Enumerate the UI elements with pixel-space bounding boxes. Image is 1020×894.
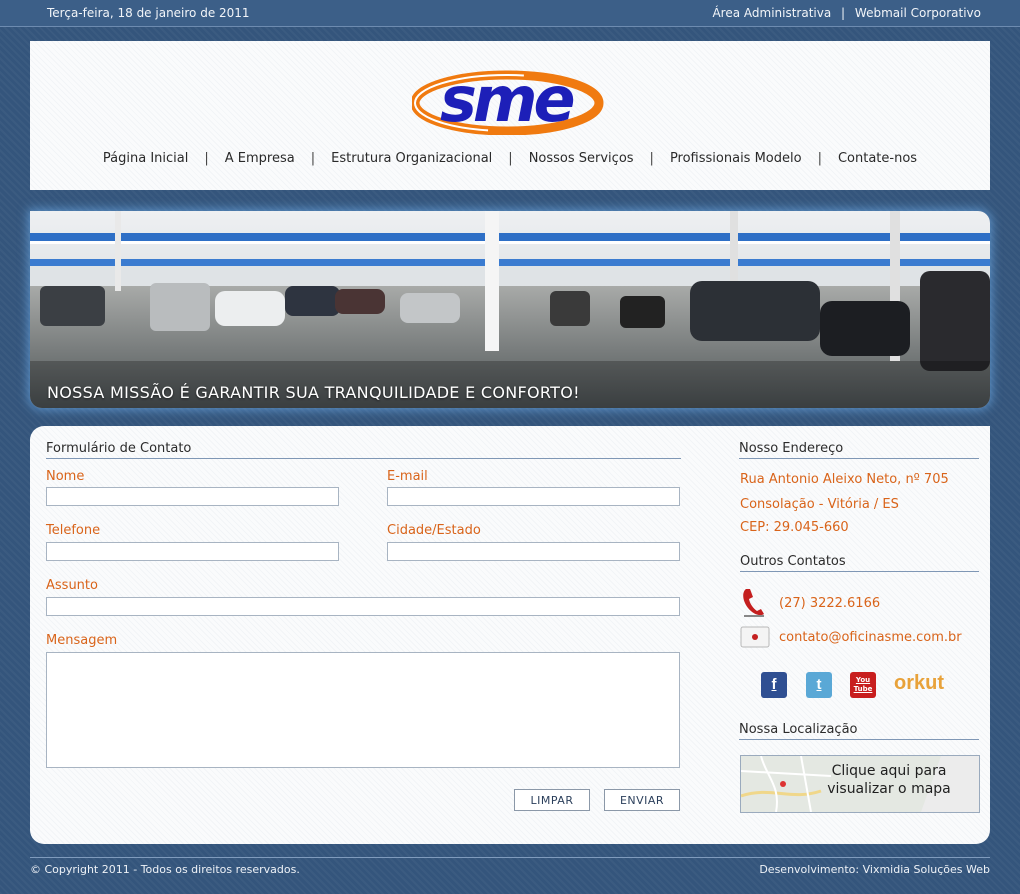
banner: NOSSA MISSÃO É GARANTIR SUA TRANQUILIDAD… [30, 211, 990, 408]
phone-icon [743, 589, 764, 617]
nav-separator: | [508, 151, 513, 166]
admin-area-link[interactable]: Área Administrativa [712, 6, 831, 20]
email-label: E-mail [387, 469, 428, 484]
city-state-label: Cidade/Estado [387, 523, 481, 538]
top-bar: Terça-feira, 18 de janeiro de 2011 Área … [0, 0, 1020, 27]
header: sme Página Inicial | A Empresa | Estrutura O… [30, 41, 990, 190]
city-state-input[interactable] [387, 542, 680, 561]
footer-divider [30, 857, 990, 858]
nav-org-structure[interactable]: Estrutura Organizacional [331, 151, 492, 166]
workshop-photo [30, 211, 990, 408]
main-nav: Página Inicial | A Empresa | Estrutura Organ… [30, 151, 990, 166]
facebook-icon[interactable]: f [761, 672, 787, 698]
sme-logo[interactable]: sme [412, 65, 612, 135]
nav-separator: | [204, 151, 209, 166]
address-district: Consolação - Vitória / ES [740, 497, 899, 512]
map-caption-line1: Clique aqui para [831, 763, 947, 779]
developer-credit[interactable]: Desenvolvimento: Vixmidia Soluções Web [759, 863, 990, 876]
subject-input[interactable] [46, 597, 680, 616]
nav-separator: | [310, 151, 316, 166]
nav-separator: | [649, 151, 654, 166]
address-street: Rua Antonio Aleixo Neto, nº 705 [740, 472, 949, 487]
top-links-separator: | [841, 6, 846, 20]
contacts-title: Outros Contatos [740, 554, 979, 572]
nav-home[interactable]: Página Inicial [103, 151, 188, 166]
top-links: Área Administrativa | Webmail Corporativ… [712, 6, 981, 20]
message-textarea[interactable] [46, 652, 680, 768]
nav-separator: | [817, 151, 822, 166]
mail-icon [740, 626, 770, 648]
phone-number: (27) 3222.6166 [779, 596, 881, 611]
form-title: Formulário de Contato [46, 441, 681, 459]
youtube-icon[interactable]: You Tube [850, 672, 876, 698]
twitter-icon[interactable]: t [806, 672, 832, 698]
nav-company[interactable]: A Empresa [225, 151, 295, 166]
nav-contact[interactable]: Contate-nos [838, 151, 917, 166]
contact-email-link[interactable]: contato@oficinasme.com.br [779, 630, 962, 645]
copyright: © Copyright 2011 - Todos os direitos res… [30, 863, 300, 876]
webmail-link[interactable]: Webmail Corporativo [855, 6, 981, 20]
logo-text: sme [440, 65, 574, 135]
nav-professionals[interactable]: Profissionais Modelo [670, 151, 802, 166]
email-input[interactable] [387, 487, 680, 506]
orkut-icon[interactable]: orkut [894, 672, 944, 695]
map-link[interactable]: Clique aqui para visualizar o mapa [740, 755, 980, 813]
message-label: Mensagem [46, 633, 118, 648]
name-input[interactable] [46, 487, 339, 506]
nav-services[interactable]: Nossos Serviços [529, 151, 634, 166]
map-caption: Clique aqui para visualizar o mapa [819, 762, 959, 798]
banner-caption: NOSSA MISSÃO É GARANTIR SUA TRANQUILIDAD… [47, 383, 580, 402]
current-date: Terça-feira, 18 de janeiro de 2011 [47, 6, 250, 20]
send-button[interactable]: ENVIAR [604, 789, 680, 811]
subject-label: Assunto [46, 578, 98, 593]
clear-button[interactable]: LIMPAR [514, 789, 590, 811]
address-zip: CEP: 29.045-660 [740, 520, 849, 535]
name-label: Nome [46, 469, 85, 484]
map-caption-line2: visualizar o mapa [827, 781, 951, 797]
phone-input[interactable] [46, 542, 339, 561]
address-title: Nosso Endereço [739, 441, 979, 459]
location-title: Nossa Localização [739, 722, 979, 740]
phone-label: Telefone [46, 523, 101, 538]
content-panel: Formulário de Contato Nome E-mail Telefo… [30, 426, 990, 844]
